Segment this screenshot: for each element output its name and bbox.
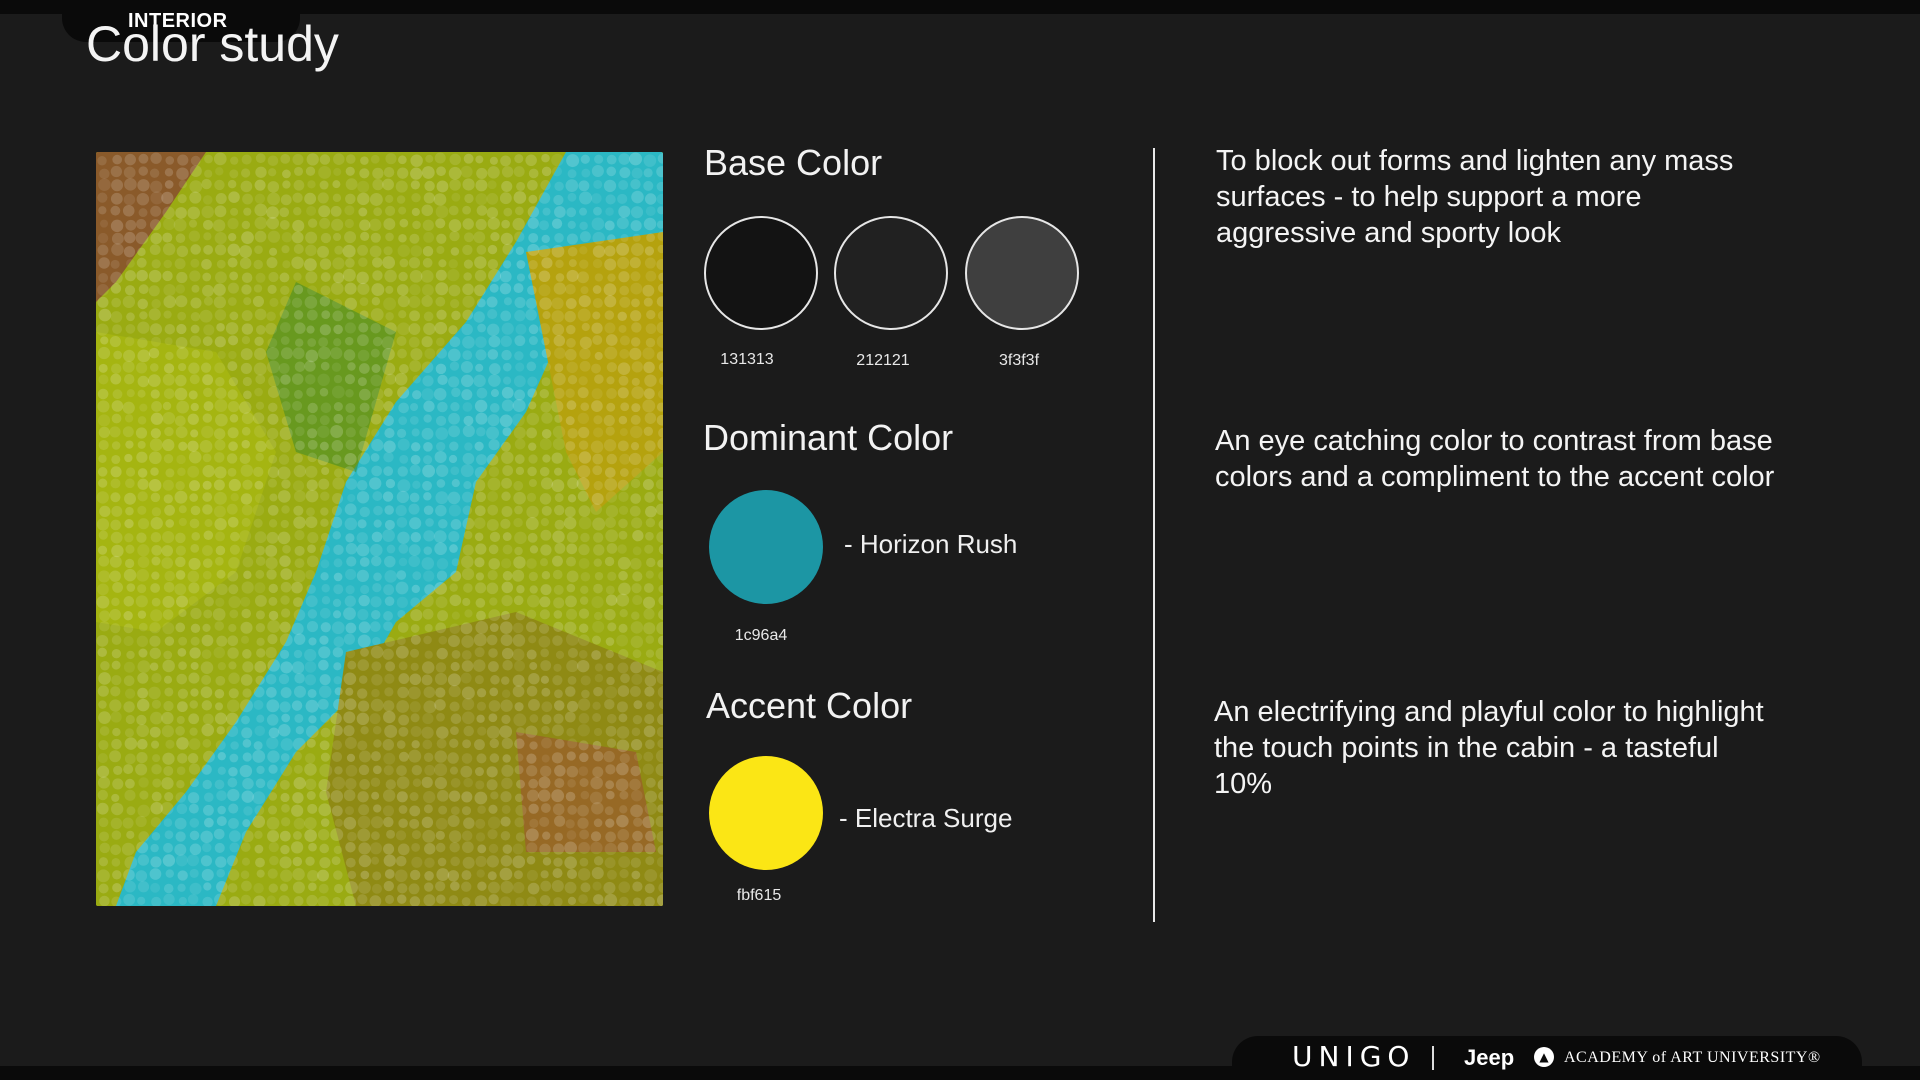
accent-color-title: Accent Color [706,685,913,726]
reptile-texture-image [96,152,663,906]
base-color-title: Base Color [704,142,883,183]
base-hex-2: 212121 [856,352,910,369]
base-swatch-2 [834,216,948,330]
dominant-color-name: - Horizon Rush [844,529,1018,559]
accent-description: An electrifying and playful color to hig… [1214,696,1764,800]
accent-swatch [709,756,823,870]
accent-hex: fbf615 [736,887,782,904]
base-hex-3: 3f3f3f [998,352,1040,369]
footer-separator [1432,1046,1434,1070]
base-hex-1: 131313 [720,351,774,368]
base-swatch-3 [965,216,1079,330]
dominant-color-title: Dominant Color [703,417,954,458]
academy-of-art-logo: ACADEMY of ART UNIVERSITY® [1564,1049,1821,1066]
jeep-logo: Jeep [1464,1045,1515,1070]
dominant-hex: 1c96a4 [734,627,788,644]
unigo-logo: UNIGO [1292,1040,1416,1073]
base-swatch-1 [704,216,818,330]
vertical-divider [1153,148,1155,922]
dominant-swatch [709,490,823,604]
accent-color-name: - Electra Surge [839,803,1013,833]
base-description: To block out forms and lighten any mass … [1216,145,1734,249]
dominant-description: An eye catching color to contrast from b… [1215,425,1775,493]
aau-emblem-icon: ▲ [1534,1047,1554,1067]
page-title: Color study [86,16,339,72]
